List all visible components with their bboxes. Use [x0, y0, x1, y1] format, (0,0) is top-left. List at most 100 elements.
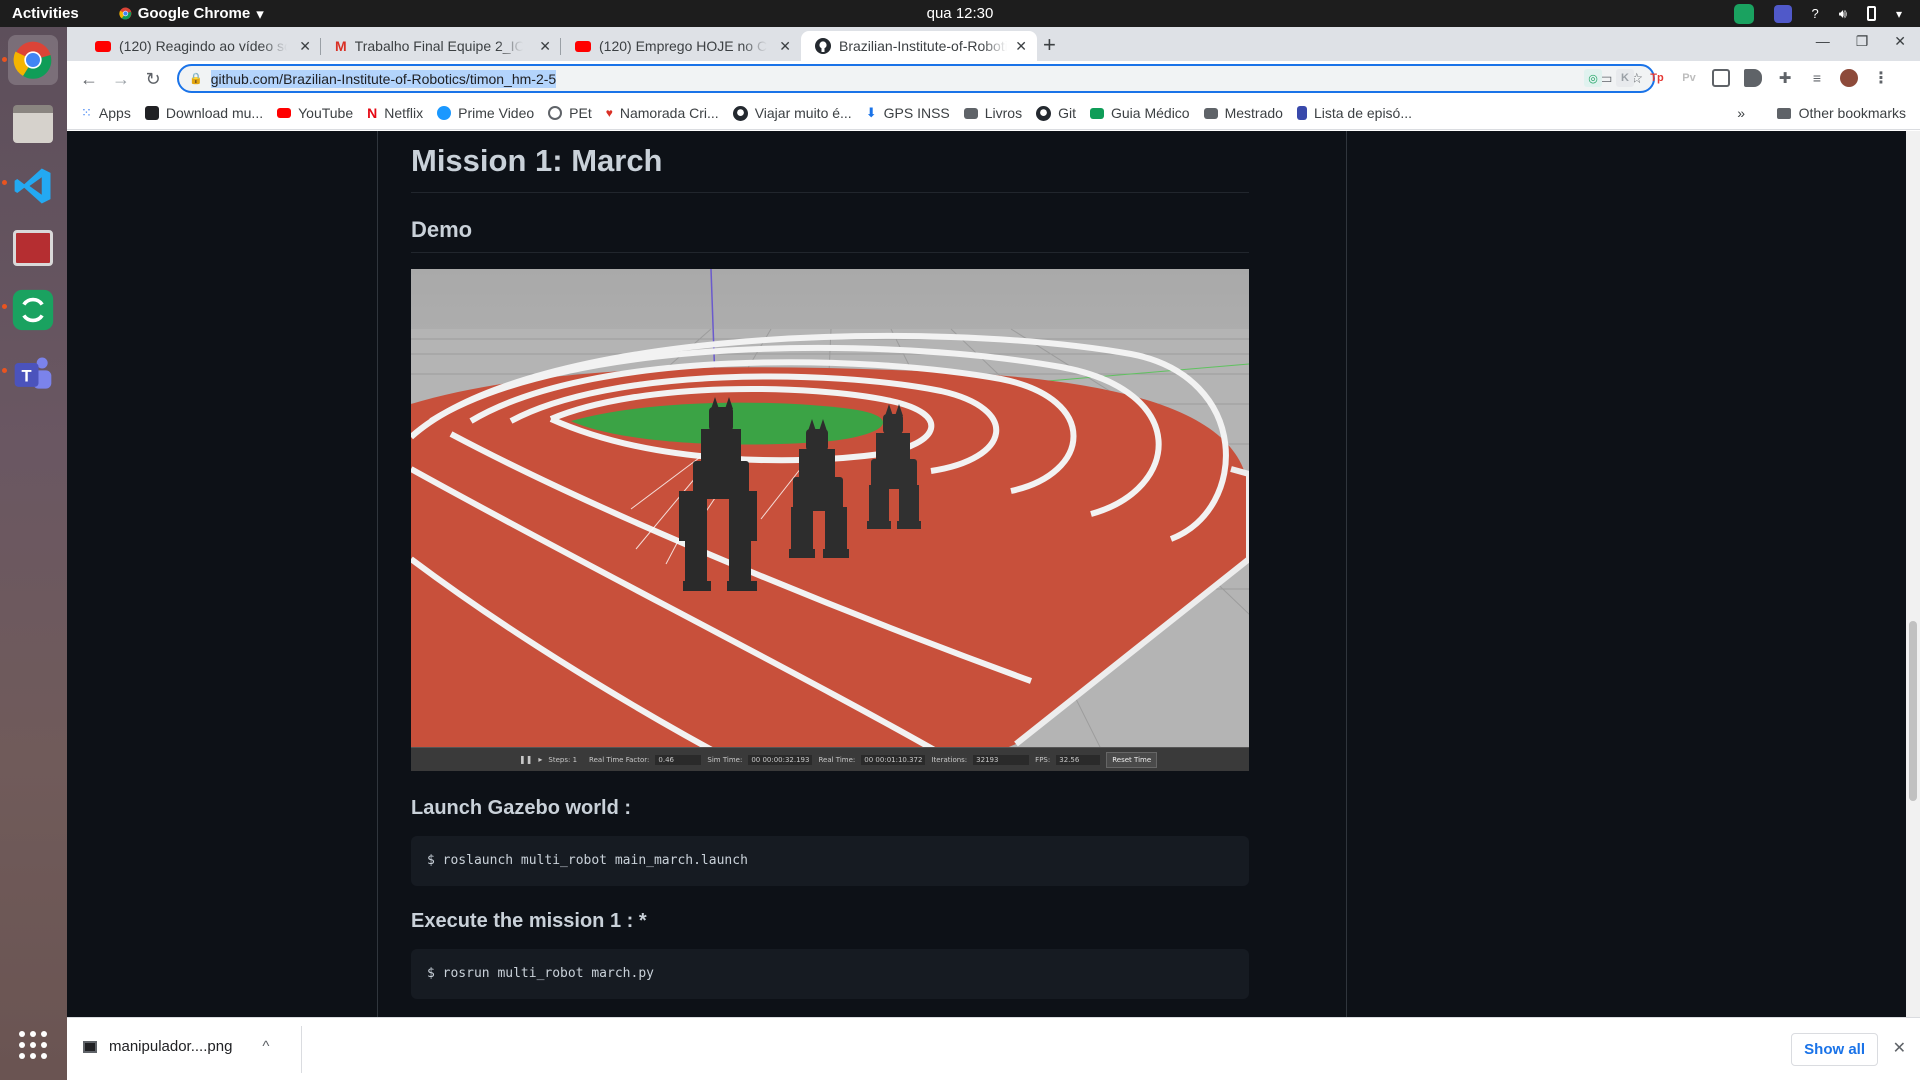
- tab-gmail[interactable]: M Trabalho Final Equipe 2_IC ✕: [321, 31, 561, 61]
- close-icon[interactable]: ✕: [539, 38, 551, 55]
- rtf-label: Real Time Factor:: [589, 755, 650, 764]
- close-icon[interactable]: ✕: [1893, 1038, 1906, 1058]
- bookmark-git[interactable]: Git: [1036, 105, 1076, 121]
- puzzle-icon[interactable]: ✚: [1776, 69, 1794, 87]
- extensions-area: ◎ K Tp Pv ✚ ≡ ⋮: [1584, 69, 1890, 87]
- minimize-button[interactable]: —: [1816, 33, 1830, 50]
- toolbar: ← → ↻ 🔒 github.com/Brazilian-Institute-o…: [67, 61, 1920, 97]
- show-all-button[interactable]: Show all: [1791, 1033, 1878, 1066]
- volume-icon[interactable]: 🔊︎: [1839, 6, 1847, 22]
- close-icon[interactable]: ✕: [779, 38, 791, 55]
- close-icon[interactable]: ✕: [1015, 38, 1027, 55]
- gazebo-demo-image[interactable]: ❚❚ ▸ Steps: 1 Real Time Factor: 0.46 Sim…: [411, 269, 1249, 771]
- heart-icon: ♥: [605, 106, 613, 120]
- bookmark-apps[interactable]: ⁙ Apps: [81, 105, 131, 121]
- launch-heading: Launch Gazebo world :: [411, 797, 632, 819]
- browser-window: (120) Reagindo ao vídeo sobre ✕ M Trabal…: [67, 27, 1920, 1080]
- content-border-left: [377, 131, 378, 1017]
- dock-files[interactable]: [8, 99, 58, 149]
- bookmark-lista-episodios[interactable]: Lista de episó...: [1296, 105, 1413, 121]
- sync-extension-icon[interactable]: ◎: [1584, 69, 1602, 87]
- close-icon[interactable]: ✕: [299, 38, 311, 55]
- reload-button[interactable]: ↻: [137, 69, 169, 90]
- maximize-button[interactable]: ❐: [1856, 33, 1869, 50]
- running-indicator: [2, 304, 7, 309]
- dock: T: [0, 27, 67, 1080]
- step-icon[interactable]: ▸: [538, 755, 542, 764]
- bookmark-livros[interactable]: Livros: [963, 105, 1023, 121]
- tab-youtube-reagindo[interactable]: (120) Reagindo ao vídeo sobre ✕: [81, 31, 321, 61]
- close-window-button[interactable]: ✕: [1894, 33, 1906, 50]
- bookmark-mestrado[interactable]: Mestrado: [1203, 105, 1283, 121]
- bookmark-viajar[interactable]: Viajar muito é...: [732, 105, 852, 121]
- dock-terminal[interactable]: [8, 223, 58, 273]
- pv-extension-icon[interactable]: Pv: [1680, 69, 1698, 87]
- url-text[interactable]: github.com/Brazilian-Institute-of-Roboti…: [210, 69, 557, 88]
- app-menu[interactable]: Google Chrome ▾: [119, 5, 264, 23]
- prime-video-icon: [437, 106, 452, 120]
- reader-extension-icon[interactable]: [1712, 69, 1730, 87]
- downloads-bar: manipulador....png ^ Show all ✕: [67, 1017, 1920, 1080]
- sim-time-value: 00 00:00:32.193: [748, 754, 813, 765]
- bookmark-label: Lista de episó...: [1313, 105, 1413, 121]
- youtube-icon: [575, 40, 591, 52]
- reset-time-button[interactable]: Reset Time: [1106, 751, 1158, 768]
- dock-sync-app[interactable]: [8, 285, 58, 335]
- dock-chrome[interactable]: [8, 35, 58, 85]
- bookmark-prime-video[interactable]: Prime Video: [437, 105, 534, 121]
- launch-code-block[interactable]: $ roslaunch multi_robot main_march.launc…: [411, 836, 1249, 886]
- sync-app-icon[interactable]: [1733, 3, 1754, 24]
- new-tab-button[interactable]: +: [1043, 32, 1056, 58]
- fps-label: FPS:: [1035, 755, 1051, 764]
- bookmark-download-mu[interactable]: Download mu...: [144, 105, 264, 121]
- show-applications-button[interactable]: [8, 1020, 58, 1070]
- dock-vscode[interactable]: [8, 161, 58, 211]
- help-icon[interactable]: ?: [1812, 6, 1819, 21]
- tp-extension-icon[interactable]: Tp: [1648, 69, 1666, 87]
- dock-teams[interactable]: T: [8, 349, 58, 399]
- github-icon: [732, 105, 748, 121]
- bookmark-netflix[interactable]: N Netflix: [367, 105, 423, 121]
- execute-code-block[interactable]: $ rosrun multi_robot march.py: [411, 949, 1249, 999]
- avatar[interactable]: [1840, 69, 1858, 87]
- folder-icon: [1203, 107, 1218, 119]
- activities-button[interactable]: Activities: [12, 5, 79, 22]
- bookmarks-overflow-button[interactable]: »: [1737, 105, 1745, 121]
- bookmark-gps-inss[interactable]: ⬇ GPS INSS: [866, 105, 950, 121]
- other-bookmarks[interactable]: Other bookmarks: [1776, 105, 1906, 121]
- grey-extension-icon[interactable]: K: [1616, 69, 1634, 87]
- netflix-icon: N: [367, 105, 378, 121]
- system-tray[interactable]: ? 🔊︎ ▾: [1733, 0, 1902, 27]
- bookmark-label: YouTube: [298, 105, 354, 121]
- bookmark-pet[interactable]: PEt: [548, 105, 592, 121]
- bookmark-label: Prime Video: [458, 105, 535, 121]
- scrollbar-thumb[interactable]: [1909, 621, 1917, 801]
- media-queue-icon[interactable]: ≡: [1808, 69, 1826, 87]
- bookmark-label: Download mu...: [165, 105, 264, 121]
- bookmark-label: Git: [1058, 105, 1076, 121]
- bookmark-namorada[interactable]: ♥ Namorada Cri...: [606, 105, 719, 121]
- github-icon: [815, 38, 831, 54]
- page-scrollbar[interactable]: [1906, 131, 1920, 1017]
- chevron-up-icon[interactable]: ^: [262, 1038, 269, 1055]
- clock[interactable]: qua 12:30: [0, 5, 1920, 22]
- tab-youtube-emprego[interactable]: (120) Emprego HOJE no Canal ✕: [561, 31, 801, 61]
- tag-extension-icon[interactable]: [1744, 69, 1762, 87]
- folder-icon: [963, 107, 978, 119]
- address-bar[interactable]: 🔒 github.com/Brazilian-Institute-of-Robo…: [177, 64, 1655, 93]
- bookmark-label: Livros: [984, 105, 1023, 121]
- pause-icon[interactable]: ❚❚: [519, 755, 532, 764]
- menu-icon[interactable]: ⋮: [1872, 69, 1890, 87]
- battery-icon[interactable]: [1866, 6, 1876, 21]
- forward-button[interactable]: →: [105, 69, 137, 90]
- bookmark-youtube[interactable]: YouTube: [277, 105, 353, 121]
- teams-tray-icon[interactable]: [1773, 4, 1792, 23]
- tab-github-active[interactable]: Brazilian-Institute-of-Robotics ✕: [801, 31, 1037, 61]
- bookmark-label: Viajar muito é...: [754, 105, 852, 121]
- download-item[interactable]: manipulador....png ^: [83, 1038, 269, 1055]
- chevron-down-icon[interactable]: ▾: [1896, 7, 1902, 21]
- back-button[interactable]: ←: [73, 69, 105, 90]
- bookmark-guia-medico[interactable]: Guia Médico: [1090, 105, 1190, 121]
- lock-icon[interactable]: 🔒: [189, 72, 203, 85]
- apps-grid-icon: ⁙: [81, 105, 92, 120]
